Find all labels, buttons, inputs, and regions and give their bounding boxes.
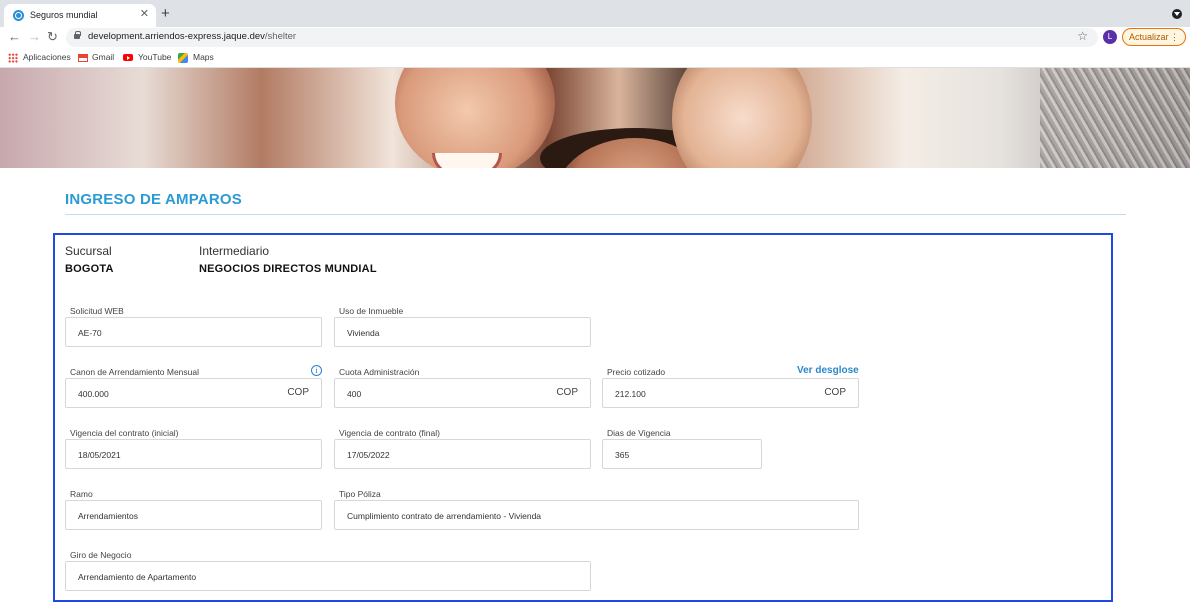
bookmark-star-icon[interactable]: ☆ bbox=[1077, 29, 1088, 43]
address-bar[interactable]: development.arriendos-express.jaque.dev/… bbox=[66, 28, 1098, 47]
youtube-icon bbox=[123, 54, 133, 61]
giro-negocio-label: Giro de Negocio bbox=[70, 550, 132, 560]
sucursal-label: Sucursal bbox=[65, 244, 112, 258]
ramo-label: Ramo bbox=[70, 489, 93, 499]
dias-vigencia-field[interactable]: 365 bbox=[602, 439, 762, 469]
precio-cotizado-field[interactable]: 212.100 COP bbox=[602, 378, 859, 408]
amparos-form-panel: Sucursal BOGOTA Intermediario NEGOCIOS D… bbox=[53, 233, 1113, 602]
cuota-admin-label: Cuota Administración bbox=[339, 367, 420, 377]
currency-suffix: COP bbox=[556, 387, 578, 398]
tab-title: Seguros mundial bbox=[30, 10, 98, 20]
intermediario-label: Intermediario bbox=[199, 244, 270, 258]
canon-field[interactable]: 400.000 COP bbox=[65, 378, 322, 408]
vigencia-inicial-field[interactable]: 18/05/2021 bbox=[65, 439, 322, 469]
solicitud-web-field[interactable]: AE-70 bbox=[65, 317, 322, 347]
ver-desglose-link[interactable]: Ver desglose bbox=[797, 365, 859, 376]
back-icon[interactable]: ← bbox=[8, 29, 21, 45]
uso-inmueble-label: Uso de Inmueble bbox=[339, 306, 404, 316]
new-tab-button[interactable]: + bbox=[161, 6, 170, 21]
gmail-icon bbox=[78, 54, 88, 62]
hero-fur-blanket bbox=[1040, 68, 1190, 168]
url-text[interactable]: development.arriendos-express.jaque.dev/… bbox=[88, 31, 296, 42]
forward-icon[interactable]: → bbox=[28, 29, 41, 45]
hero-smile bbox=[432, 153, 502, 168]
sucursal-value: BOGOTA bbox=[65, 263, 114, 275]
bookmark-aplicaciones[interactable]: Aplicaciones bbox=[23, 52, 71, 62]
vigencia-inicial-label: Vigencia del contrato (inicial) bbox=[70, 428, 179, 438]
title-divider bbox=[65, 214, 1126, 215]
bookmark-maps[interactable]: Maps bbox=[193, 52, 214, 62]
giro-negocio-field[interactable]: Arrendamiento de Apartamento bbox=[65, 561, 591, 591]
update-button[interactable]: Actualizar ⋮ bbox=[1122, 28, 1186, 46]
cuota-admin-field[interactable]: 400 COP bbox=[334, 378, 591, 408]
dias-vigencia-label: Dias de Vigencia bbox=[607, 428, 671, 438]
tipo-poliza-field[interactable]: Cumplimiento contrato de arrendamiento -… bbox=[334, 500, 859, 530]
ramo-field[interactable]: Arrendamientos bbox=[65, 500, 322, 530]
profile-avatar[interactable]: L bbox=[1103, 30, 1117, 44]
browser-tab[interactable]: Seguros mundial ✕ bbox=[4, 4, 156, 27]
lock-icon[interactable] bbox=[74, 31, 81, 39]
hero-person-child bbox=[672, 68, 812, 168]
currency-suffix: COP bbox=[287, 387, 309, 398]
solicitud-web-label: Solicitud WEB bbox=[70, 306, 124, 316]
apps-grid-icon bbox=[8, 53, 18, 63]
uso-inmueble-field[interactable]: Vivienda bbox=[334, 317, 591, 347]
reload-icon[interactable]: ↻ bbox=[47, 29, 58, 45]
bookmark-gmail[interactable]: Gmail bbox=[92, 52, 114, 62]
browser-toolbar: ← → ↻ development.arriendos-express.jaqu… bbox=[0, 27, 1190, 49]
info-icon[interactable]: i bbox=[311, 365, 322, 376]
canon-label: Canon de Arrendamiento Mensual bbox=[70, 367, 199, 377]
precio-cotizado-label: Precio cotizado bbox=[607, 367, 666, 377]
tab-search-icon[interactable] bbox=[1172, 9, 1182, 19]
menu-dots-icon[interactable]: ⋮ bbox=[1170, 29, 1179, 45]
site-favicon-icon bbox=[13, 10, 24, 21]
tipo-poliza-label: Tipo Póliza bbox=[339, 489, 381, 499]
close-tab-icon[interactable]: ✕ bbox=[140, 8, 149, 20]
hero-banner-image bbox=[0, 68, 1190, 168]
currency-suffix: COP bbox=[824, 387, 846, 398]
intermediario-value: NEGOCIOS DIRECTOS MUNDIAL bbox=[199, 263, 377, 275]
bookmark-youtube[interactable]: YouTube bbox=[138, 52, 171, 62]
browser-tab-bar: Seguros mundial ✕ + bbox=[0, 0, 1190, 27]
bookmarks-bar: Aplicaciones Gmail YouTube Maps bbox=[0, 49, 1190, 68]
vigencia-final-field[interactable]: 17/05/2022 bbox=[334, 439, 591, 469]
maps-icon bbox=[178, 53, 188, 63]
vigencia-final-label: Vigencia de contrato (final) bbox=[339, 428, 440, 438]
page-title: INGRESO DE AMPAROS bbox=[65, 191, 242, 208]
